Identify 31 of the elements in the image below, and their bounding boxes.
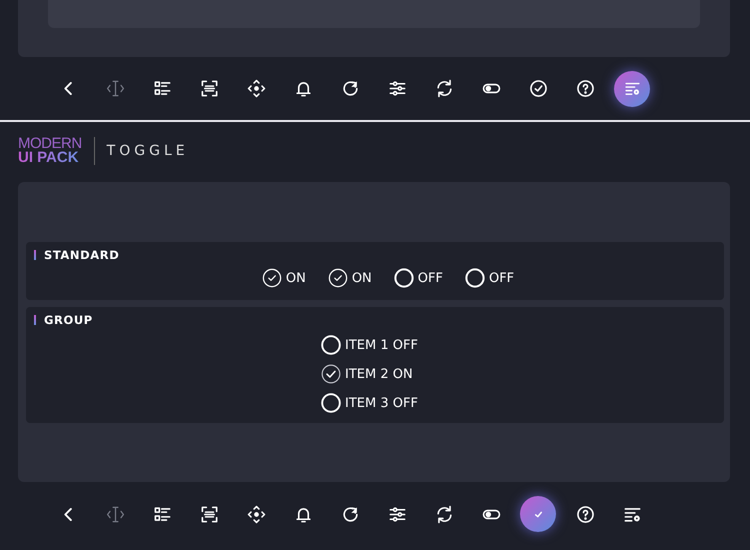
move-icon xyxy=(246,504,266,524)
logo-text: MODERN xyxy=(18,137,82,151)
page-title: TOGGLE xyxy=(106,143,189,159)
radio-option[interactable]: ITEM 3 OFF xyxy=(321,393,418,413)
list-settings-icon xyxy=(624,80,640,97)
reload-icon xyxy=(340,504,360,524)
section-title: STANDARD xyxy=(44,248,120,262)
list-icon xyxy=(152,79,172,98)
section-title: GROUP xyxy=(44,313,93,327)
toggle-option[interactable]: OFF xyxy=(394,268,443,288)
move-icon xyxy=(246,79,266,98)
list-icon xyxy=(152,504,172,524)
toggle-option[interactable]: ON xyxy=(262,268,306,288)
text-cursor-icon xyxy=(106,504,124,524)
bell-icon xyxy=(294,79,312,98)
radio-option[interactable]: ITEM 2 ON xyxy=(321,364,413,384)
scan-icon xyxy=(200,79,218,98)
toggle-option[interactable]: ON xyxy=(328,268,372,288)
check-circle-icon xyxy=(528,79,548,98)
help-icon xyxy=(576,504,594,524)
sliders-icon xyxy=(388,79,406,98)
text-cursor-icon xyxy=(106,79,124,98)
active-toolbar-button[interactable] xyxy=(614,70,650,106)
help-icon xyxy=(576,79,594,98)
refresh-icon xyxy=(434,504,454,524)
reload-icon xyxy=(340,79,360,98)
toggle-option[interactable]: OFF xyxy=(464,268,514,288)
sliders-icon xyxy=(388,504,406,524)
refresh-icon xyxy=(434,79,454,98)
scan-icon xyxy=(200,504,218,524)
radio-option[interactable]: ITEM 1 OFF xyxy=(321,335,418,355)
